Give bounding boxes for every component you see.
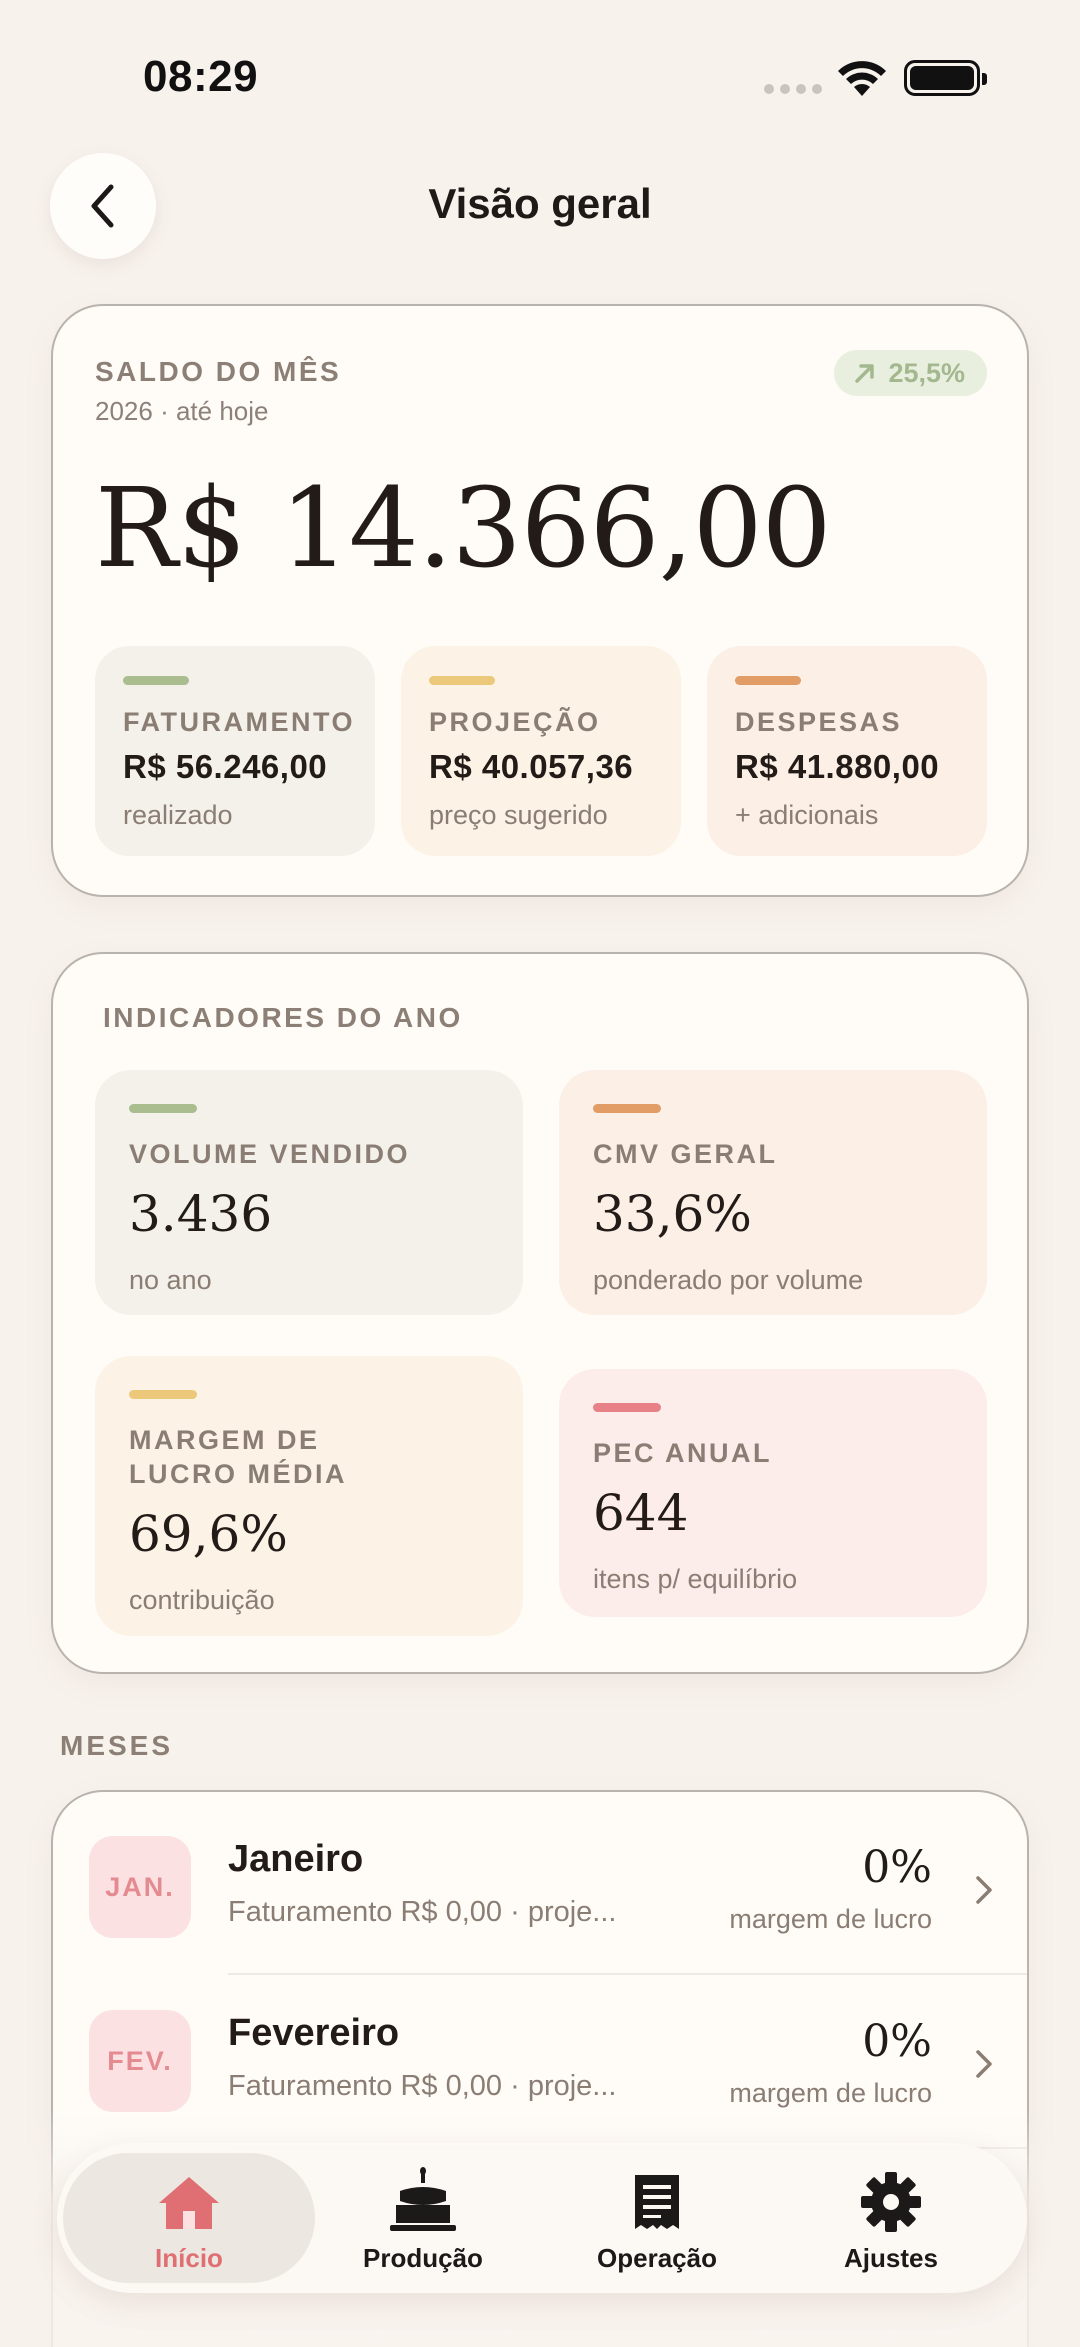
status-time: 08:29 — [143, 52, 259, 101]
revenue-value: R$ 56.246,00 — [123, 748, 328, 785]
receipt-icon — [631, 2169, 683, 2233]
tab-ajustes[interactable]: Ajustes — [791, 2169, 991, 2274]
month-margin-label: margem de lucro — [729, 2078, 932, 2108]
margin-label: MARGEM DE LUCRO MÉDIA — [129, 1423, 489, 1491]
projection-value: R$ 40.057,36 — [429, 748, 634, 785]
expenses-sub: + adicionais — [735, 800, 879, 830]
revenue-tile: FATURAMENTO R$ 56.246,00 realizado — [95, 646, 375, 856]
battery-icon — [904, 60, 987, 96]
volume-value: 3.436 — [129, 1185, 273, 1243]
projection-tile: PROJEÇÃO R$ 40.057,36 preço sugerido — [401, 646, 681, 856]
month-margin-value: 0% — [862, 1842, 932, 1893]
expenses-value: R$ 41.880,00 — [735, 748, 940, 785]
tab-label: Produção — [363, 2243, 483, 2273]
pec-tile: PEC ANUAL 644 itens p/ equilíbrio — [559, 1369, 987, 1617]
month-summary: Faturamento R$ 0,00 · proje... — [228, 2070, 617, 2102]
expenses-label: DESPESAS — [735, 707, 903, 737]
pec-value: 644 — [593, 1484, 689, 1542]
tab-label: Início — [155, 2243, 223, 2273]
tab-producao[interactable]: Produção — [323, 2167, 523, 2274]
months-section-label: MESES — [60, 1730, 174, 1761]
margin-label-line2: LUCRO MÉDIA — [129, 1459, 347, 1489]
growth-badge-value: 25,5% — [888, 357, 965, 388]
tab-operacao[interactable]: Operação — [557, 2169, 757, 2274]
projection-sub: preço sugerido — [429, 800, 608, 830]
tab-bar: Início Produção Operação Ajustes — [57, 2143, 1027, 2293]
wifi-icon — [838, 61, 886, 96]
cellular-signal-icon — [764, 84, 822, 94]
margin-accent-bar — [129, 1390, 197, 1399]
cmv-sub: ponderado por volume — [593, 1265, 864, 1295]
expenses-accent-bar — [735, 676, 801, 685]
cmv-label: CMV GERAL — [593, 1139, 778, 1169]
cmv-tile: CMV GERAL 33,6% ponderado por volume — [559, 1070, 987, 1315]
tab-inicio[interactable]: Início — [89, 2169, 289, 2274]
pec-sub: itens p/ equilíbrio — [593, 1564, 798, 1594]
volume-accent-bar — [129, 1104, 197, 1113]
pec-label: PEC ANUAL — [593, 1438, 773, 1468]
growth-badge: 25,5% — [834, 350, 987, 396]
volume-label: VOLUME VENDIDO — [129, 1139, 411, 1169]
margin-label-line1: MARGEM DE — [129, 1425, 320, 1455]
cmv-value: 33,6% — [593, 1185, 752, 1243]
month-name: Janeiro — [228, 1838, 364, 1880]
expenses-tile: DESPESAS R$ 41.880,00 + adicionais — [707, 646, 987, 856]
year-indicators-card: INDICADORES DO ANO VOLUME VENDIDO 3.436 … — [51, 952, 1029, 1674]
volume-sub: no ano — [129, 1265, 212, 1295]
tab-label: Ajustes — [844, 2243, 938, 2273]
month-row-january[interactable]: JAN. Janeiro Faturamento R$ 0,00 · proje… — [53, 1792, 1028, 1966]
chevron-right-icon — [976, 1876, 992, 1904]
cmv-accent-bar — [593, 1104, 661, 1113]
month-name: Fevereiro — [228, 2012, 400, 2054]
projection-label: PROJEÇÃO — [429, 707, 601, 737]
indicators-title: INDICADORES DO ANO — [103, 1002, 463, 1033]
month-margin-value: 0% — [862, 2016, 932, 2067]
month-margin-label: margem de lucro — [729, 1904, 932, 1934]
revenue-label: FATURAMENTO — [123, 707, 355, 737]
month-abbr-badge: FEV. — [89, 2010, 191, 2112]
page-title: Visão geral — [428, 180, 652, 227]
projection-accent-bar — [429, 676, 495, 685]
arrow-up-right-icon — [855, 364, 875, 383]
balance-card: SALDO DO MÊS 2026 · até hoje 25,5% R$ 14… — [51, 304, 1029, 897]
month-summary: Faturamento R$ 0,00 · proje... — [228, 1896, 617, 1928]
margin-sub: contribuição — [129, 1585, 275, 1615]
house-icon — [156, 2169, 222, 2233]
revenue-sub: realizado — [123, 800, 233, 830]
balance-period: 2026 · até hoje — [95, 396, 269, 426]
tab-label: Operação — [597, 2243, 717, 2273]
balance-label: SALDO DO MÊS — [95, 356, 342, 387]
volume-sold-tile: VOLUME VENDIDO 3.436 no ano — [95, 1070, 523, 1315]
cake-icon — [388, 2167, 458, 2233]
gear-icon — [860, 2169, 922, 2233]
pec-accent-bar — [593, 1403, 661, 1412]
margin-value: 69,6% — [129, 1505, 288, 1563]
chevron-right-icon — [976, 2050, 992, 2078]
month-abbr-badge: JAN. — [89, 1836, 191, 1938]
margin-tile: MARGEM DE LUCRO MÉDIA 69,6% contribuição — [95, 1356, 523, 1636]
balance-amount: R$ 14.366,00 — [95, 464, 832, 592]
revenue-accent-bar — [123, 676, 189, 685]
